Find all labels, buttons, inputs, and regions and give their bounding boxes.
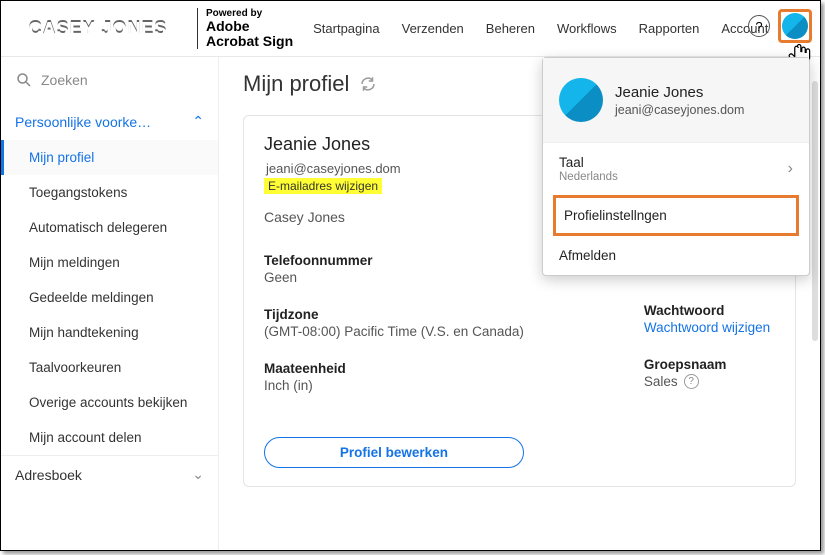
edit-profile-button[interactable]: Profiel bewerken [264,437,524,468]
sidebar-item-taalvoorkeuren[interactable]: Taalvoorkeuren [1,350,218,385]
powered-by-label: Powered by [206,8,293,19]
nav-verzenden[interactable]: Verzenden [402,21,464,36]
page-title: Mijn profiel [243,71,349,97]
unit-label: Maateenheid [264,361,524,376]
sidebar-section-personal[interactable]: Persoonlijke voorke… ⌃ [1,103,218,140]
nav-beheren[interactable]: Beheren [486,21,535,36]
sidebar-item-mijn-account-delen[interactable]: Mijn account delen [1,420,218,455]
group-label: Groepsnaam [644,357,770,372]
top-nav: Startpagina Verzenden Beheren Workflows … [313,21,768,36]
search-input[interactable]: Zoeken [1,57,218,103]
avatar-icon [782,13,808,39]
chevron-up-icon: ⌃ [192,113,204,130]
timezone-label: Tijdzone [264,307,524,322]
unit-value: Inch (in) [264,378,524,393]
dropdown-signout[interactable]: Afmelden [543,236,809,275]
dropdown-user-email: jeani@caseyjones.dom [615,103,744,117]
dropdown-language[interactable]: Taal Nederlands › [543,142,809,195]
password-label: Wachtwoord [644,303,770,318]
sidebar-item-automatisch-delegeren[interactable]: Automatisch delegeren [1,210,218,245]
dropdown-user-block: Jeanie Jones jeani@caseyjones.dom [543,58,809,142]
help-icon[interactable]: ? [748,15,770,37]
powered-by-block: Powered by Adobe Acrobat Sign [197,8,293,50]
sidebar-item-overige-accounts[interactable]: Overige accounts bekijken [1,385,218,420]
change-password-link[interactable]: Wachtwoord wijzigen [644,320,770,335]
sidebar-item-mijn-meldingen[interactable]: Mijn meldingen [1,245,218,280]
nav-workflows[interactable]: Workflows [557,21,617,36]
nav-rapporten[interactable]: Rapporten [639,21,700,36]
phone-label: Telefoonnummer [264,253,524,268]
adobe-label: Adobe [206,19,293,34]
sidebar: Zoeken Persoonlijke voorke… ⌃ Mijn profi… [1,57,219,550]
nav-startpagina[interactable]: Startpagina [313,21,380,36]
dropdown-user-name: Jeanie Jones [615,84,744,101]
sidebar-section-label: Persoonlijke voorke… [15,114,151,130]
sidebar-list: Mijn profiel Toegangstokens Automatisch … [1,140,218,455]
dropdown-profile-settings[interactable]: Profielinstellngen [553,195,799,236]
phone-value: Geen [264,270,524,285]
dropdown-lang-value: Nederlands [559,171,618,183]
app-header: CASEY JONES Powered by Adobe Acrobat Sig… [1,1,820,57]
product-label: Acrobat Sign [206,34,293,49]
sidebar-item-mijn-handtekening[interactable]: Mijn handtekening [1,315,218,350]
change-email-link[interactable]: E-mailadres wijzigen [264,178,382,194]
search-icon [15,71,33,89]
sidebar-item-gedeelde-meldingen[interactable]: Gedeelde meldingen [1,280,218,315]
sidebar-item-mijn-profiel[interactable]: Mijn profiel [1,140,218,175]
user-avatar-button[interactable] [778,9,812,43]
brand-logo: CASEY JONES [9,9,187,49]
refresh-icon[interactable] [359,75,377,93]
group-value: Sales [644,374,678,389]
chevron-right-icon: › [788,160,793,178]
chevron-down-icon: ⌄ [192,466,204,483]
dropdown-avatar-icon [559,78,603,122]
user-dropdown: Jeanie Jones jeani@caseyjones.dom Taal N… [542,57,810,276]
timezone-value: (GMT-08:00) Pacific Time (V.S. en Canada… [264,324,524,339]
sidebar-item-toegangstokens[interactable]: Toegangstokens [1,175,218,210]
adresboek-label: Adresboek [15,467,82,483]
group-help-icon[interactable]: ? [684,374,699,389]
sidebar-section-adresboek[interactable]: Adresboek ⌄ [1,455,218,493]
search-placeholder: Zoeken [41,72,88,88]
dropdown-lang-label: Taal [559,155,584,170]
